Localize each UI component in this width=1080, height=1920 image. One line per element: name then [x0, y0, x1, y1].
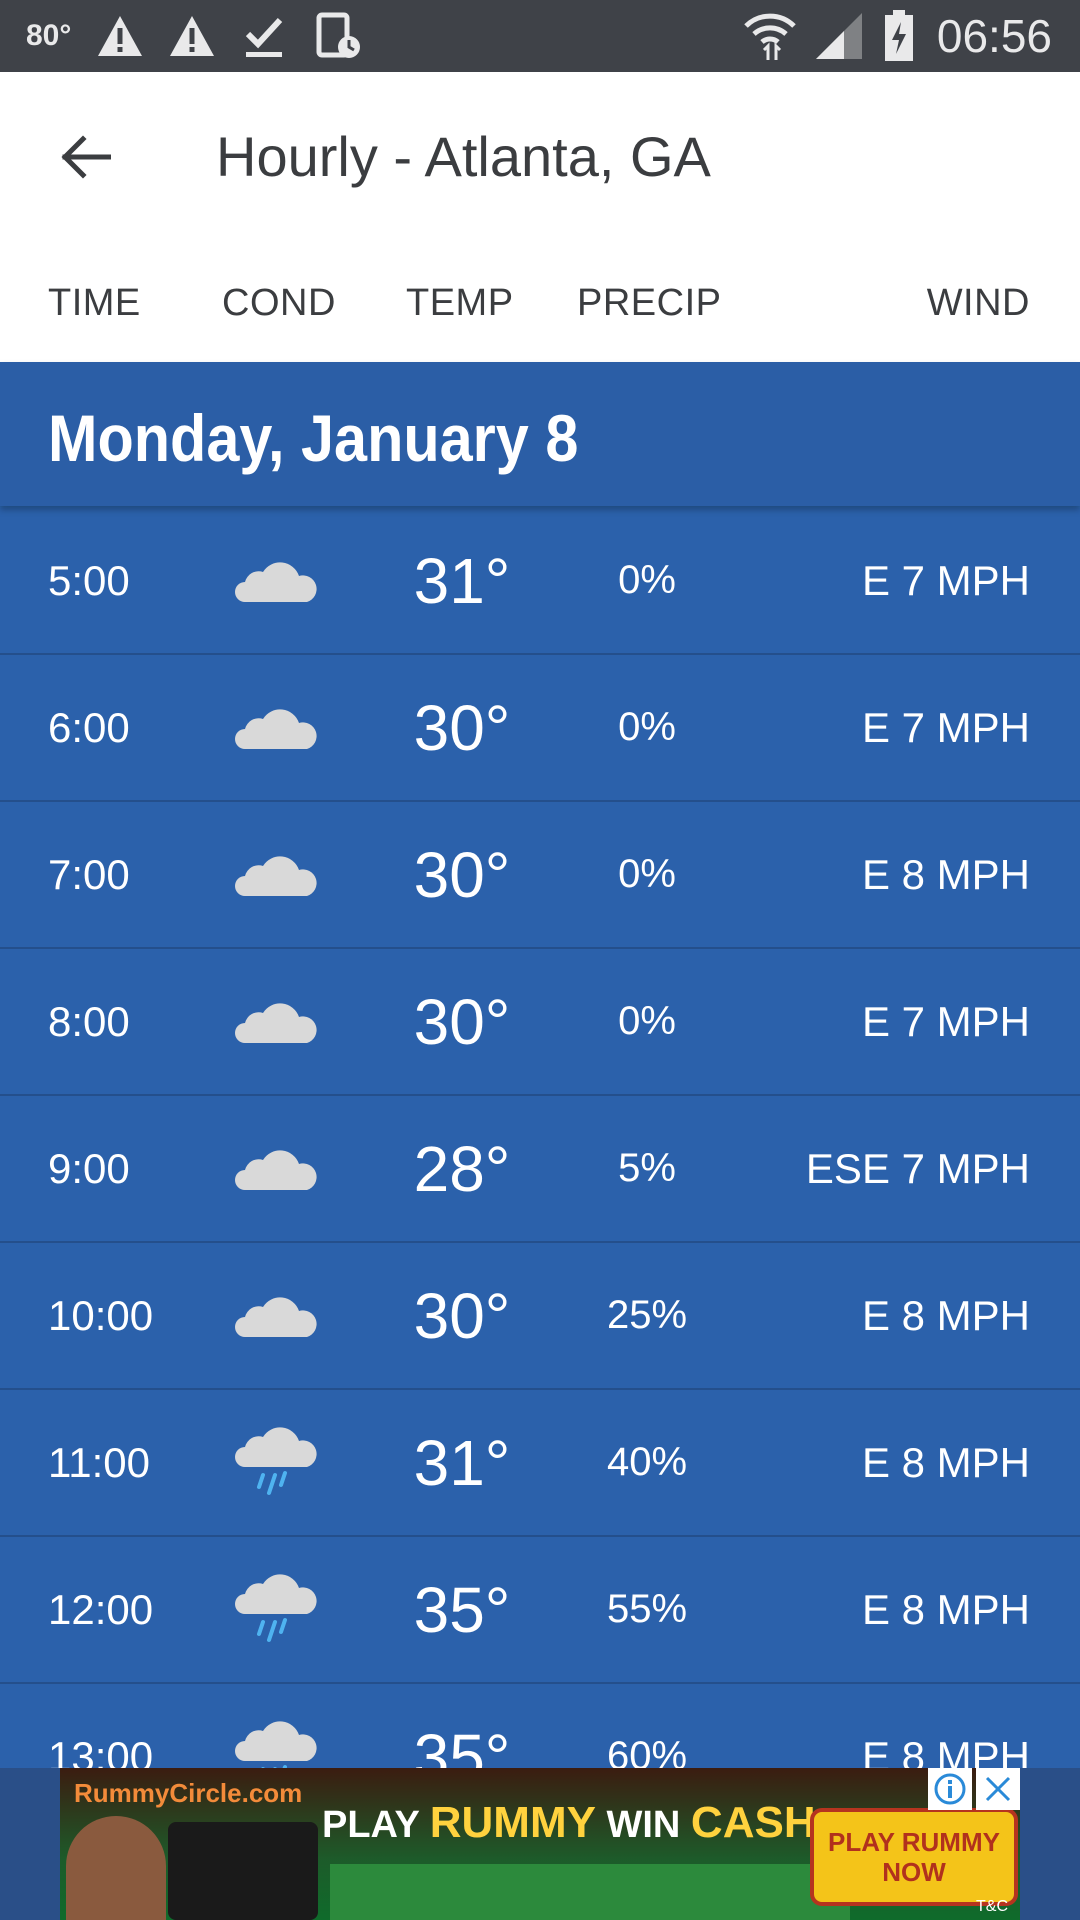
cloud-icon: [234, 655, 318, 800]
hour-temp: 31°: [413, 544, 511, 617]
hour-row[interactable]: 9:00 28° 5% ESE 7 MPH: [0, 1096, 1080, 1243]
ad-headline-part: CASH: [690, 1798, 816, 1847]
column-header-time: TIME: [48, 282, 141, 324]
hour-time: 8:00: [48, 997, 130, 1045]
hour-time: 6:00: [48, 703, 130, 751]
hour-wind: E 7 MPH: [861, 997, 1030, 1045]
battery-charging-icon: [884, 0, 914, 72]
hour-temp: 30°: [413, 985, 511, 1058]
hour-row[interactable]: 12:00 35° 55% E 8 MPH: [0, 1537, 1080, 1684]
column-header-wind: WIND: [926, 282, 1030, 324]
column-header-temp: TEMP: [406, 282, 514, 324]
hour-precip: 5%: [618, 1146, 676, 1190]
ad-headline-part: RUMMY: [429, 1798, 596, 1847]
hour-temp: 30°: [413, 1279, 511, 1352]
hour-precip: 0%: [618, 999, 676, 1043]
hour-row[interactable]: 13:00 35° 60% E 8 MPH: [0, 1684, 1080, 1768]
hour-time: 7:00: [48, 850, 130, 898]
hour-time: 9:00: [48, 1144, 130, 1192]
hour-row[interactable]: 7:00 30° 0% E 8 MPH: [0, 802, 1080, 949]
ad-terms: T&C: [976, 1898, 1008, 1915]
hour-time: 13:00: [48, 1732, 154, 1769]
day-header: Monday, January 8: [0, 362, 1080, 506]
ad-headline-part: PLAY: [322, 1804, 430, 1846]
warning-icon: [96, 0, 144, 72]
hour-row[interactable]: 11:00 31° 40% E 8 MPH: [0, 1390, 1080, 1537]
column-header-precip: PRECIP: [577, 282, 722, 324]
hourly-list[interactable]: 5:00 31° 0% E 7 MPH 6:00 30° 0% E 7 MPH 7:00 30° 0…: [0, 508, 1080, 1768]
ad-close-icon[interactable]: [976, 1768, 1020, 1810]
column-header-cond: COND: [222, 282, 336, 324]
hour-time: 10:00: [48, 1291, 154, 1339]
hour-wind: E 8 MPH: [861, 1732, 1030, 1769]
warning-icon: [168, 0, 216, 72]
hour-wind: E 7 MPH: [861, 556, 1030, 604]
hour-precip: 25%: [606, 1293, 688, 1337]
ad-cta-button[interactable]: PLAY RUMMY NOW: [810, 1808, 1018, 1906]
cloud-icon: [234, 1096, 318, 1241]
signal-icon: [814, 0, 864, 72]
ad-brand: RummyCircle.com: [74, 1778, 303, 1808]
hour-precip: 0%: [618, 705, 676, 749]
hour-wind: E 8 MPH: [861, 850, 1030, 898]
status-time: 06:56: [936, 10, 1052, 62]
hour-temp: 35°: [413, 1573, 511, 1646]
cloud-icon: [234, 508, 318, 653]
status-temperature: 80°: [26, 19, 72, 52]
hour-row[interactable]: 10:00 30° 25% E 8 MPH: [0, 1243, 1080, 1390]
ad-area: RummyCircle.com PLAY RUMMY WIN CASH PLAY…: [0, 1768, 1080, 1920]
hour-temp: 30°: [413, 838, 511, 911]
hour-time: 5:00: [48, 556, 130, 604]
hour-wind: E 7 MPH: [861, 703, 1030, 751]
hour-precip: 0%: [618, 852, 676, 896]
rain-cloud-icon: [234, 1390, 318, 1535]
cloud-icon: [234, 1243, 318, 1388]
ad-headline-part: WIN: [595, 1804, 691, 1846]
hour-wind: E 8 MPH: [861, 1291, 1030, 1339]
hour-wind: E 8 MPH: [861, 1438, 1030, 1486]
hour-temp: 35°: [413, 1720, 511, 1769]
wifi-icon: [744, 0, 796, 72]
hour-time: 12:00: [48, 1585, 154, 1633]
page-title: Hourly - Atlanta, GA: [216, 125, 711, 188]
hour-row[interactable]: 5:00 31° 0% E 7 MPH: [0, 508, 1080, 655]
hour-temp: 31°: [413, 1426, 511, 1499]
ad-headline: PLAY RUMMY WIN CASH: [322, 1798, 816, 1848]
hour-row[interactable]: 6:00 30° 0% E 7 MPH: [0, 655, 1080, 802]
cloud-icon: [234, 802, 318, 947]
cloud-icon: [234, 949, 318, 1094]
hour-precip: 0%: [618, 558, 676, 602]
hour-precip: 40%: [606, 1440, 688, 1484]
screen-clock-icon: [316, 0, 362, 72]
hour-temp: 28°: [413, 1132, 511, 1205]
hour-temp: 30°: [413, 691, 511, 764]
hour-precip: 60%: [606, 1734, 688, 1768]
app-bar: Hourly - Atlanta, GA TIME COND TEMP PREC…: [0, 72, 1080, 362]
status-bar: 80° 06:56: [0, 0, 1080, 72]
hour-wind: E 8 MPH: [861, 1585, 1030, 1633]
ad-banner[interactable]: RummyCircle.com PLAY RUMMY WIN CASH PLAY…: [60, 1768, 1020, 1920]
ad-cards-image: [330, 1864, 850, 1920]
day-title: Monday, January 8: [48, 401, 579, 475]
hour-row[interactable]: 8:00 30° 0% E 7 MPH: [0, 949, 1080, 1096]
ad-person-image: [66, 1816, 166, 1920]
rain-cloud-icon: [234, 1684, 318, 1768]
hour-wind: ESE 7 MPH: [805, 1144, 1030, 1192]
ad-info-icon[interactable]: [928, 1768, 972, 1810]
arrow-left-icon: [61, 135, 111, 179]
hour-time: 11:00: [48, 1438, 150, 1486]
hour-precip: 55%: [606, 1587, 688, 1631]
rain-cloud-icon: [234, 1537, 318, 1682]
back-button[interactable]: [40, 112, 130, 202]
download-done-icon: [244, 0, 284, 72]
ad-tablet-image: [168, 1822, 318, 1920]
